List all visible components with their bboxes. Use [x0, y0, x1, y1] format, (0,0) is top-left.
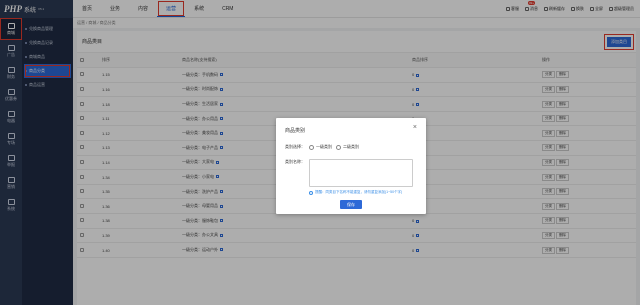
category-type-row: 类别选择： 一级类别 二级类别 [285, 144, 359, 150]
modal-title: 商品类别 [285, 128, 306, 134]
save-button[interactable]: 保存 [340, 200, 362, 209]
category-name-label: 类别名称： [285, 159, 305, 164]
category-name-row: 类别名称： [285, 159, 413, 187]
radio-level-one[interactable]: 一级类别 [309, 144, 332, 150]
tip-text: 提醒：同类目下名称不能重复，请勿重复添加(1~50个字) [315, 190, 403, 194]
info-icon [309, 190, 313, 195]
radio-level-one-label: 一级类别 [316, 144, 332, 149]
category-modal: 商品类别 × 类别选择： 一级类别 二级类别 类别名称： 提醒：同类目下名称不能… [276, 118, 426, 214]
category-type-label: 类别选择： [285, 144, 305, 149]
name-tip: 提醒：同类目下名称不能重复，请勿重复添加(1~50个字) [309, 190, 402, 195]
radio-circle-icon[interactable] [336, 144, 341, 150]
close-icon[interactable]: × [413, 124, 417, 131]
radio-circle-icon[interactable] [309, 144, 314, 150]
category-name-input[interactable] [309, 159, 413, 187]
radio-level-two[interactable]: 二级类别 [336, 144, 359, 150]
radio-level-two-label: 二级类别 [343, 144, 359, 149]
